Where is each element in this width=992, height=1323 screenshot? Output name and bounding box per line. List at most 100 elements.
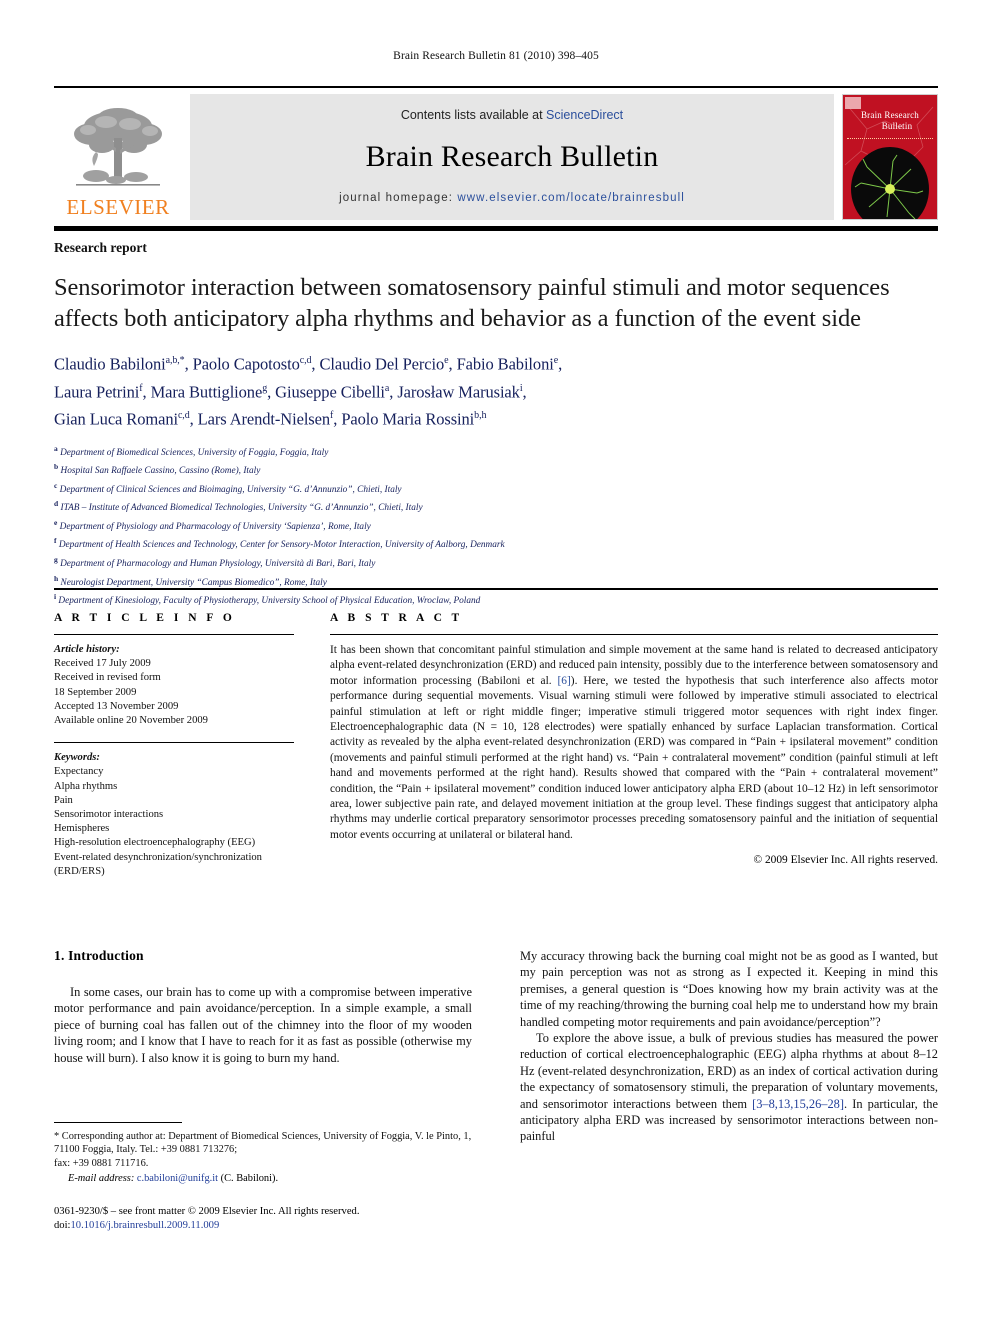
affiliation-mark: h xyxy=(54,573,59,583)
introduction-paragraph-left: In some cases, our brain has to come up … xyxy=(54,985,472,1065)
masthead-top-rule xyxy=(54,86,938,88)
body-column-left: 1. Introduction In some cases, our brain… xyxy=(54,948,472,1066)
keyword-items: Expectancy Alpha rhythms Pain Sensorimotor … xyxy=(54,765,294,879)
author-affiliation-mark: e xyxy=(553,355,559,366)
affiliation-mark: b xyxy=(54,462,59,472)
article-info-heading: A R T I C L E I N F O xyxy=(54,612,236,624)
author-affiliation-mark: a,b,* xyxy=(165,355,185,366)
author-affiliation-mark: c,d xyxy=(299,355,312,366)
affiliation-mark: f xyxy=(54,536,57,546)
author-name: Jarosław Marusiak xyxy=(397,382,520,401)
contents-lists-line: Contents lists available at ScienceDirec… xyxy=(401,108,623,122)
article-history-item: Received in revised form xyxy=(54,672,161,684)
cover-neuron-icon xyxy=(854,154,924,219)
affiliation-item: d ITAB – Institute of Advanced Biomedica… xyxy=(54,499,423,514)
abstract-column: A B S T R A C T It has been shown that c… xyxy=(330,612,938,866)
article-type-label: Research report xyxy=(54,240,147,255)
keyword-item: Expectancy xyxy=(54,766,104,778)
author-affiliation-mark: g xyxy=(262,382,268,394)
body-column-right: My accuracy throwing back the burning co… xyxy=(520,948,938,1145)
article-history-item: Received 17 July 2009 xyxy=(54,658,151,670)
keywords-label: Keywords: xyxy=(54,752,100,764)
corresponding-author-note: * Corresponding author at: Department of… xyxy=(54,1131,472,1156)
footnote-rule xyxy=(54,1122,182,1123)
author-name: Giuseppe Cibelli xyxy=(275,382,385,401)
article-info-column: A R T I C L E I N F O Article history: R… xyxy=(54,612,294,879)
keyword-item: High-resolution electroencephalography (… xyxy=(54,837,256,849)
journal-homepage-link[interactable]: www.elsevier.com/locate/brainresbull xyxy=(457,192,685,204)
email-suffix: (C. Babiloni). xyxy=(220,1173,279,1185)
affiliation-item: c Department of Clinical Sciences and Bi… xyxy=(54,480,402,495)
keyword-item: Alpha rhythms xyxy=(54,780,118,792)
article-title: Sensorimotor interaction between somatos… xyxy=(54,274,890,332)
doi-link[interactable]: 10.1016/j.brainresbull.2009.11.009 xyxy=(70,1220,219,1231)
affiliation-mark: a xyxy=(54,443,58,453)
keyword-item: Sensorimotor interactions xyxy=(54,809,164,821)
author-line: Laura Petrinif, Mara Buttiglioneg, Giuse… xyxy=(54,382,527,401)
email-note: E-mail address: c.babiloni@unifg.it (C. … xyxy=(54,1172,472,1185)
affiliation-item: a Department of Biomedical Sciences, Uni… xyxy=(54,443,329,458)
abstract-part-2: ). Here, we tested the hypothesis that s… xyxy=(330,674,938,841)
doi-line: doi:10.1016/j.brainresbull.2009.11.009 xyxy=(54,1219,472,1233)
keyword-item: Hemispheres xyxy=(54,823,110,835)
abstract-copyright: © 2009 Elsevier Inc. All rights reserved… xyxy=(753,854,938,867)
abstract-block-top-rule xyxy=(54,588,938,590)
author-name: Lars Arendt-Nielsen xyxy=(197,409,331,429)
cover-title-line2: Bulletin xyxy=(881,121,913,131)
article-history: Article history: Received 17 July 2009 Re… xyxy=(54,643,294,728)
affiliation-mark: d xyxy=(54,499,59,509)
homepage-prefix: journal homepage: xyxy=(339,192,458,204)
keywords-block: Keywords: Expectancy Alpha rhythms Pain Sen… xyxy=(54,751,294,879)
author-name: Mara Buttiglione xyxy=(150,382,263,401)
affiliation-mark: c xyxy=(54,480,58,490)
elsevier-tree-icon xyxy=(74,108,162,186)
affiliation-mark: e xyxy=(54,517,58,527)
author-affiliation-mark: i xyxy=(519,382,523,394)
affiliation-item: i Department of Kinesiology, Faculty of … xyxy=(54,592,481,607)
author-name: Claudio Babiloni xyxy=(54,354,166,374)
author-line: Gian Luca Romanic,d, Lars Arendt-Nielsen… xyxy=(54,409,487,429)
doi-label: doi: xyxy=(54,1219,71,1231)
keywords-rule xyxy=(54,742,294,744)
affiliation-mark: i xyxy=(54,592,57,602)
author-affiliation-mark: b,h xyxy=(474,410,487,421)
keyword-item: Pain xyxy=(54,794,73,806)
cover-divider xyxy=(847,138,933,140)
elsevier-logo: ELSEVIER xyxy=(54,94,182,220)
abstract-heading: A B S T R A C T xyxy=(330,612,463,624)
article-history-label: Article history: xyxy=(54,644,120,655)
author-affiliation-mark: f xyxy=(139,382,143,394)
author-name: Gian Luca Romani xyxy=(54,409,178,429)
article-info-rule xyxy=(54,634,294,635)
elsevier-wordmark: ELSEVIER xyxy=(66,195,170,219)
issn-line: 0361-9230/$ – see front matter © 2009 El… xyxy=(54,1205,360,1217)
author-name: Claudio Del Percio xyxy=(319,354,445,374)
running-head: Brain Research Bulletin 81 (2010) 398–40… xyxy=(393,50,599,62)
abstract-text: It has been shown that concomitant painf… xyxy=(330,643,938,843)
abstract-citation-link[interactable]: [6] xyxy=(558,675,571,687)
contents-prefix: Contents lists available at xyxy=(400,108,547,122)
sciencedirect-link[interactable]: ScienceDirect xyxy=(546,108,623,122)
intro-right-citation-link[interactable]: [3–8,13,15,26–28] xyxy=(752,1097,844,1111)
journal-title: Brain Research Bulletin xyxy=(365,140,659,173)
journal-cover-thumbnail[interactable]: Brain Research Bulletin xyxy=(842,94,938,220)
affiliation-item: b Hospital San Raffaele Cassino, Cassino… xyxy=(54,462,261,477)
journal-homepage-line: journal homepage: www.elsevier.com/locat… xyxy=(339,192,685,204)
author-affiliation-mark: e xyxy=(444,355,449,366)
author-name: Fabio Babiloni xyxy=(456,354,554,374)
affiliation-item: g Department of Pharmacology and Human P… xyxy=(54,555,376,570)
author-name: Laura Petrini xyxy=(54,382,140,401)
introduction-paragraph-right-1: My accuracy throwing back the burning co… xyxy=(520,949,938,1029)
keyword-item: Event-related desynchronization/synchron… xyxy=(54,851,262,877)
author-affiliation-mark: c,d xyxy=(177,410,190,421)
fax-note: fax: +39 0881 711716. xyxy=(54,1157,149,1169)
affiliation-mark: g xyxy=(54,555,58,565)
email-link[interactable]: c.babiloni@unifg.it xyxy=(137,1173,218,1184)
article-history-item: 18 September 2009 xyxy=(54,686,137,698)
author-name: Paolo Maria Rossini xyxy=(341,409,475,429)
article-header: Research report Sensorimotor interaction… xyxy=(54,240,938,609)
author-affiliation-mark: f xyxy=(330,410,334,421)
email-label: E-mail address: xyxy=(68,1173,135,1185)
introduction-heading: 1. Introduction xyxy=(54,948,144,963)
introduction-paragraph-right-2: To explore the above issue, a bulk of pr… xyxy=(520,1030,938,1145)
